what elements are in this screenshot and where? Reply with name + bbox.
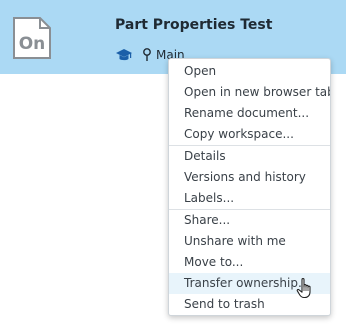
branch-pin-icon	[143, 48, 151, 61]
menu-item-rename[interactable]: Rename document...	[169, 103, 330, 124]
menu-item-open[interactable]: Open	[169, 61, 330, 82]
menu-item-copy-workspace[interactable]: Copy workspace...	[169, 124, 330, 145]
thumbnail-text: On	[19, 34, 46, 54]
menu-item-details[interactable]: Details	[169, 146, 330, 167]
menu-item-versions-history[interactable]: Versions and history	[169, 167, 330, 188]
hand-pointer-cursor-icon	[296, 277, 311, 299]
document-title[interactable]: Part Properties Test	[115, 17, 272, 33]
menu-item-move-to[interactable]: Move to...	[169, 252, 330, 273]
menu-item-unshare[interactable]: Unshare with me	[169, 231, 330, 252]
graduation-cap-icon	[116, 49, 132, 61]
menu-item-labels[interactable]: Labels...	[169, 188, 330, 209]
menu-item-share[interactable]: Share...	[169, 210, 330, 231]
menu-item-open-new-tab[interactable]: Open in new browser tab	[169, 82, 330, 103]
document-thumbnail-icon[interactable]: On	[12, 17, 52, 59]
